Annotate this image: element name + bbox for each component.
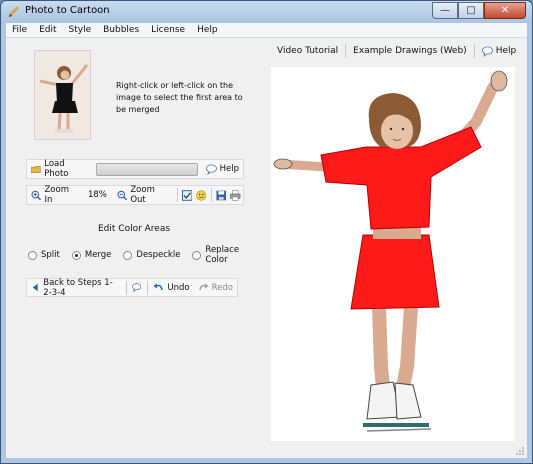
- smiley-icon[interactable]: [196, 189, 207, 201]
- tab-help-label: Help: [495, 46, 517, 56]
- back-to-steps-button[interactable]: Back to Steps 1-2-3-4: [27, 277, 124, 298]
- magnifier-plus-icon: [31, 190, 42, 200]
- radio-merge[interactable]: Merge: [71, 250, 112, 260]
- edit-color-areas-title: Edit Color Areas: [98, 224, 171, 234]
- print-icon[interactable]: [230, 189, 241, 201]
- menu-edit[interactable]: Edit: [33, 25, 62, 35]
- link-tabs: Video Tutorial Example Drawings (Web) He…: [272, 42, 521, 60]
- help-button[interactable]: Help: [202, 160, 243, 178]
- arrow-left-icon: [32, 283, 38, 292]
- toolbar-divider: [210, 188, 212, 202]
- photo-thumbnail[interactable]: [34, 50, 91, 140]
- tab-example-drawings[interactable]: Example Drawings (Web): [348, 46, 472, 56]
- radio-despeckle-label: Despeckle: [136, 250, 181, 260]
- save-icon[interactable]: [216, 190, 227, 201]
- undo-button[interactable]: Undo: [149, 279, 193, 296]
- edit-mode-radio-group: Split Merge Despeckle Replace Color: [28, 245, 248, 265]
- zoom-out-label: Zoom Out: [130, 185, 155, 205]
- tab-video-tutorial[interactable]: Video Tutorial: [272, 46, 343, 56]
- redo-icon: [198, 283, 209, 291]
- menu-help[interactable]: Help: [191, 25, 224, 35]
- zoom-in-label: Zoom In: [44, 185, 69, 205]
- checkbox-checked-icon[interactable]: [181, 189, 193, 201]
- toolbar-divider: [146, 280, 148, 295]
- radio-replace-color[interactable]: Replace Color: [192, 245, 241, 265]
- speech-bubble-icon[interactable]: [132, 282, 142, 293]
- radio-despeckle-dot: [123, 250, 133, 260]
- undo-icon: [153, 283, 164, 291]
- help-label: Help: [219, 164, 239, 174]
- cartoon-canvas[interactable]: [271, 67, 515, 441]
- toolbar-divider: [177, 188, 178, 202]
- progress-bar: [96, 162, 198, 176]
- resize-grip-icon[interactable]: [515, 446, 525, 456]
- cartoon-image: [273, 70, 508, 432]
- undo-label: Undo: [167, 282, 190, 293]
- radio-split-dot: [28, 250, 37, 260]
- pencil-icon: [9, 6, 19, 17]
- speech-bubble-icon: [481, 46, 493, 57]
- speech-bubble-icon: [205, 164, 217, 175]
- instructions-text: Right-click or left-click on the image t…: [116, 81, 243, 114]
- navigation-toolbar: Back to Steps 1-2-3-4 Undo Redo: [26, 277, 238, 298]
- menu-bar: File Edit Style Bubbles License Help: [6, 23, 527, 38]
- window-title: Photo to Cartoon: [25, 5, 110, 16]
- load-photo-button[interactable]: Load Photo: [27, 159, 92, 179]
- close-button[interactable]: ✕: [484, 2, 526, 19]
- radio-replace-color-dot: [192, 250, 202, 260]
- radio-replace-color-label: Replace Color: [205, 245, 240, 265]
- tab-divider: [345, 44, 347, 58]
- maximize-button[interactable]: □: [458, 2, 484, 19]
- radio-merge-label: Merge: [84, 250, 112, 260]
- menu-file[interactable]: File: [6, 25, 33, 35]
- radio-split-label: Split: [41, 250, 60, 260]
- folder-icon: [31, 165, 41, 173]
- radio-split[interactable]: Split: [28, 250, 60, 260]
- client-area: Right-click or left-click on the image t…: [6, 38, 527, 458]
- zoom-toolbar: Zoom In 18% Zoom Out: [26, 185, 244, 205]
- redo-label: Redo: [211, 282, 233, 293]
- back-to-steps-label: Back to Steps 1-2-3-4: [43, 277, 113, 298]
- tab-divider: [473, 44, 475, 58]
- toolbar-divider: [126, 280, 128, 295]
- redo-button[interactable]: Redo: [194, 279, 237, 296]
- radio-merge-dot: [71, 250, 81, 260]
- menu-style[interactable]: Style: [63, 25, 98, 35]
- magnifier-minus-icon: [117, 190, 127, 200]
- tab-help[interactable]: Help: [477, 46, 522, 57]
- radio-despeckle[interactable]: Despeckle: [123, 250, 180, 260]
- menu-bubbles[interactable]: Bubbles: [97, 25, 145, 35]
- zoom-in-button[interactable]: Zoom In: [27, 185, 82, 205]
- zoom-level: 18%: [87, 190, 107, 200]
- app-window: Photo to Cartoon — □ ✕ File Edit Style B…: [0, 0, 533, 464]
- zoom-out-button[interactable]: Zoom Out: [113, 185, 175, 205]
- load-toolbar: Load Photo Help: [26, 159, 244, 179]
- menu-license[interactable]: License: [145, 25, 191, 35]
- minimize-button[interactable]: —: [432, 2, 458, 19]
- load-photo-label: Load Photo: [44, 159, 69, 179]
- title-bar[interactable]: Photo to Cartoon — □ ✕: [1, 1, 532, 23]
